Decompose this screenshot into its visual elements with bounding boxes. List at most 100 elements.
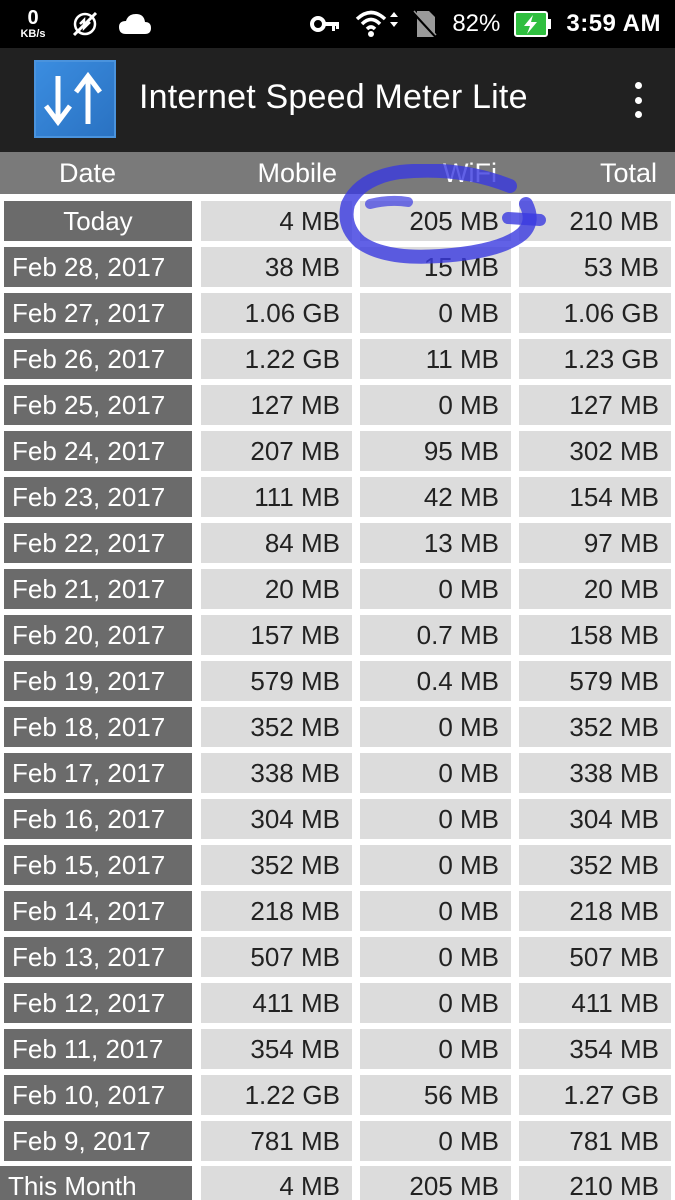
mobile-cell: 1.22 GB bbox=[201, 339, 352, 379]
total-cell: 411 MB bbox=[519, 983, 671, 1023]
usage-table: Today 4 MB 205 MB 210 MB Feb 28, 2017 38 MB 15… bbox=[0, 198, 675, 1200]
wifi-cell: 0 MB bbox=[360, 845, 511, 885]
network-speed-indicator: 0 KB/s bbox=[14, 8, 52, 40]
mobile-cell: 111 MB bbox=[201, 477, 352, 517]
network-speed-unit: KB/s bbox=[20, 28, 46, 40]
wifi-cell: 0 MB bbox=[360, 799, 511, 839]
table-row[interactable]: Feb 10, 2017 1.22 GB 56 MB 1.27 GB bbox=[0, 1072, 675, 1118]
wifi-cell: 13 MB bbox=[360, 523, 511, 563]
table-row[interactable]: Feb 26, 2017 1.22 GB 11 MB 1.23 GB bbox=[0, 336, 675, 382]
mobile-cell: 338 MB bbox=[201, 753, 352, 793]
wifi-cell: 0 MB bbox=[360, 385, 511, 425]
summary-mobile-cell: 4 MB bbox=[201, 1166, 352, 1200]
date-cell: Feb 13, 2017 bbox=[4, 937, 192, 977]
mobile-cell: 352 MB bbox=[201, 707, 352, 747]
total-cell: 354 MB bbox=[519, 1029, 671, 1069]
table-row[interactable]: Feb 17, 2017 338 MB 0 MB 338 MB bbox=[0, 750, 675, 796]
app-bar: Internet Speed Meter Lite bbox=[0, 48, 675, 152]
header-mobile: Mobile bbox=[257, 158, 337, 188]
wifi-cell: 0.7 MB bbox=[360, 615, 511, 655]
total-cell: 1.27 GB bbox=[519, 1075, 671, 1115]
header-wifi: WiFi bbox=[443, 158, 497, 188]
wifi-cell: 0 MB bbox=[360, 983, 511, 1023]
date-cell: Feb 26, 2017 bbox=[4, 339, 192, 379]
table-row[interactable]: Feb 27, 2017 1.06 GB 0 MB 1.06 GB bbox=[0, 290, 675, 336]
total-cell: 781 MB bbox=[519, 1121, 671, 1161]
table-row[interactable]: Today 4 MB 205 MB 210 MB bbox=[0, 198, 675, 244]
wifi-icon bbox=[354, 8, 399, 40]
table-row[interactable]: Feb 16, 2017 304 MB 0 MB 304 MB bbox=[0, 796, 675, 842]
table-row[interactable]: Feb 22, 2017 84 MB 13 MB 97 MB bbox=[0, 520, 675, 566]
total-cell: 210 MB bbox=[519, 201, 671, 241]
wifi-cell: 205 MB bbox=[360, 201, 511, 241]
wifi-cell: 95 MB bbox=[360, 431, 511, 471]
date-cell: Feb 23, 2017 bbox=[4, 477, 192, 517]
total-cell: 338 MB bbox=[519, 753, 671, 793]
table-row[interactable]: Feb 13, 2017 507 MB 0 MB 507 MB bbox=[0, 934, 675, 980]
table-row[interactable]: Feb 15, 2017 352 MB 0 MB 352 MB bbox=[0, 842, 675, 888]
table-row[interactable]: Feb 25, 2017 127 MB 0 MB 127 MB bbox=[0, 382, 675, 428]
total-cell: 352 MB bbox=[519, 707, 671, 747]
mobile-cell: 4 MB bbox=[201, 201, 352, 241]
date-cell: Feb 18, 2017 bbox=[4, 707, 192, 747]
wifi-cell: 42 MB bbox=[360, 477, 511, 517]
table-row[interactable]: Feb 24, 2017 207 MB 95 MB 302 MB bbox=[0, 428, 675, 474]
total-cell: 352 MB bbox=[519, 845, 671, 885]
date-cell: Feb 11, 2017 bbox=[4, 1029, 192, 1069]
wifi-cell: 0 MB bbox=[360, 707, 511, 747]
date-cell: Feb 17, 2017 bbox=[4, 753, 192, 793]
wifi-cell: 0 MB bbox=[360, 293, 511, 333]
table-row[interactable]: Feb 23, 2017 111 MB 42 MB 154 MB bbox=[0, 474, 675, 520]
table-row[interactable]: Feb 19, 2017 579 MB 0.4 MB 579 MB bbox=[0, 658, 675, 704]
wifi-cell: 0 MB bbox=[360, 937, 511, 977]
date-cell: Feb 19, 2017 bbox=[4, 661, 192, 701]
total-cell: 97 MB bbox=[519, 523, 671, 563]
mobile-cell: 352 MB bbox=[201, 845, 352, 885]
wifi-cell: 0 MB bbox=[360, 569, 511, 609]
date-cell: Feb 28, 2017 bbox=[4, 247, 192, 287]
date-cell: Feb 9, 2017 bbox=[4, 1121, 192, 1161]
mobile-cell: 127 MB bbox=[201, 385, 352, 425]
date-cell: Feb 16, 2017 bbox=[4, 799, 192, 839]
summary-row: This Month 4 MB 205 MB 210 MB bbox=[0, 1164, 675, 1200]
total-cell: 218 MB bbox=[519, 891, 671, 931]
total-cell: 507 MB bbox=[519, 937, 671, 977]
total-cell: 1.06 GB bbox=[519, 293, 671, 333]
mobile-cell: 38 MB bbox=[201, 247, 352, 287]
summary-total-cell: 210 MB bbox=[519, 1166, 671, 1200]
date-cell: Feb 12, 2017 bbox=[4, 983, 192, 1023]
table-row[interactable]: Feb 21, 2017 20 MB 0 MB 20 MB bbox=[0, 566, 675, 612]
table-row[interactable]: Feb 28, 2017 38 MB 15 MB 53 MB bbox=[0, 244, 675, 290]
table-row[interactable]: Feb 18, 2017 352 MB 0 MB 352 MB bbox=[0, 704, 675, 750]
no-sim-icon bbox=[412, 9, 439, 39]
wifi-cell: 0 MB bbox=[360, 891, 511, 931]
table-header: Date Mobile WiFi Total bbox=[0, 152, 675, 194]
total-cell: 20 MB bbox=[519, 569, 671, 609]
mobile-cell: 1.06 GB bbox=[201, 293, 352, 333]
summary-date-cell: This Month bbox=[0, 1166, 192, 1200]
network-speed-value: 0 bbox=[27, 7, 39, 29]
table-row[interactable]: Feb 20, 2017 157 MB 0.7 MB 158 MB bbox=[0, 612, 675, 658]
battery-percentage: 82% bbox=[452, 10, 501, 37]
no-sync-icon bbox=[70, 9, 100, 39]
wifi-cell: 11 MB bbox=[360, 339, 511, 379]
mobile-cell: 781 MB bbox=[201, 1121, 352, 1161]
table-row[interactable]: Feb 11, 2017 354 MB 0 MB 354 MB bbox=[0, 1026, 675, 1072]
wifi-cell: 0 MB bbox=[360, 753, 511, 793]
table-row[interactable]: Feb 9, 2017 781 MB 0 MB 781 MB bbox=[0, 1118, 675, 1164]
mobile-cell: 507 MB bbox=[201, 937, 352, 977]
mobile-cell: 157 MB bbox=[201, 615, 352, 655]
total-cell: 154 MB bbox=[519, 477, 671, 517]
header-date: Date bbox=[58, 158, 117, 188]
date-cell: Feb 10, 2017 bbox=[4, 1075, 192, 1115]
table-row[interactable]: Feb 12, 2017 411 MB 0 MB 411 MB bbox=[0, 980, 675, 1026]
table-row[interactable]: Feb 14, 2017 218 MB 0 MB 218 MB bbox=[0, 888, 675, 934]
key-icon bbox=[310, 14, 340, 34]
date-cell: Feb 25, 2017 bbox=[4, 385, 192, 425]
download-upload-arrows-icon bbox=[34, 60, 116, 138]
overflow-menu-icon[interactable] bbox=[623, 78, 653, 122]
total-cell: 1.23 GB bbox=[519, 339, 671, 379]
mobile-cell: 304 MB bbox=[201, 799, 352, 839]
wifi-cell: 0.4 MB bbox=[360, 661, 511, 701]
status-bar: 0 KB/s 82% 3:59 AM bbox=[0, 0, 675, 48]
